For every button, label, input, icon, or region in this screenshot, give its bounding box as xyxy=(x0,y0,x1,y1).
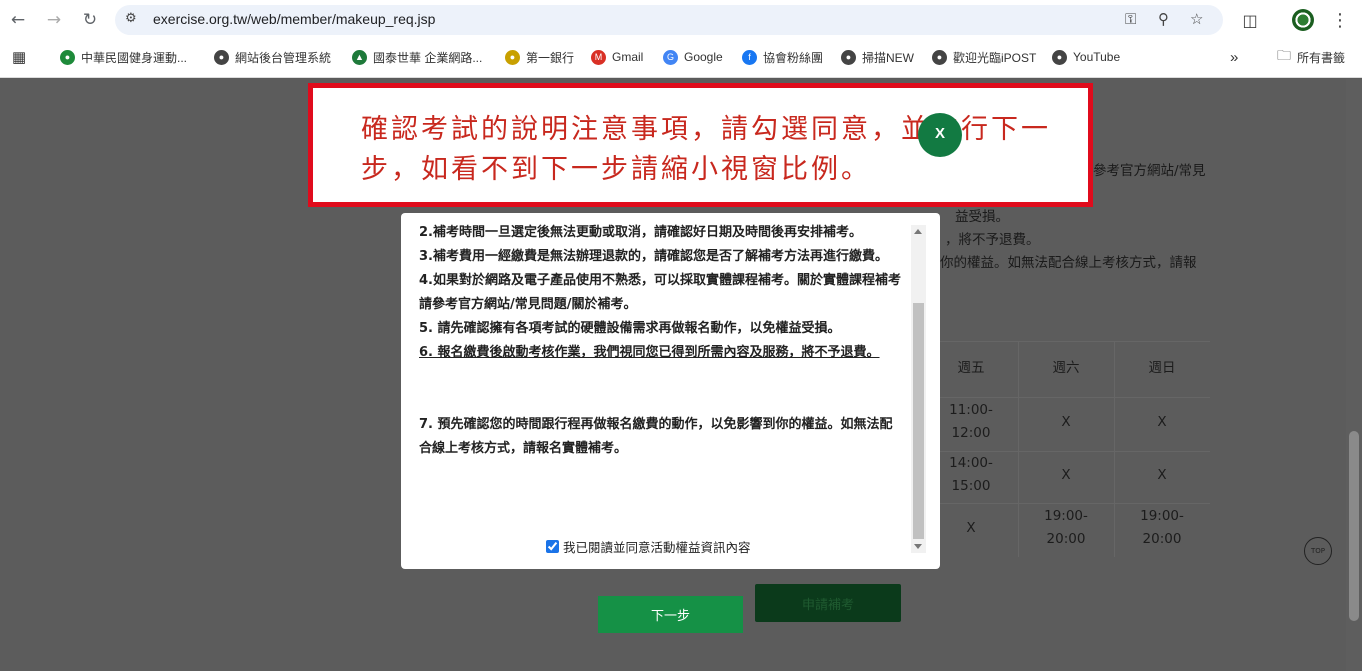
facebook-icon: f xyxy=(742,49,757,65)
back-to-top-button[interactable]: TOP xyxy=(1304,537,1332,565)
table-header: 週五 xyxy=(957,360,985,376)
all-bookmarks[interactable]: 🗀 所有書籤 xyxy=(1277,46,1345,68)
extensions-icon[interactable]: ◫ xyxy=(1238,8,1262,32)
bookmark-item[interactable]: ● YouTube xyxy=(1052,46,1120,68)
agree-checkbox[interactable] xyxy=(546,540,559,553)
instruction-banner: 確認考試的說明注意事項，請勾選同意，並進行下一步，如看不到下一步請縮小視窗比例。 xyxy=(308,83,1093,207)
address-bar[interactable]: ⚙ exercise.org.tw/web/member/makeup_req.… xyxy=(115,5,1223,35)
background-text: 參考官方網站/常見 xyxy=(1093,163,1206,179)
bookmark-item[interactable]: ● 掃描NEW xyxy=(841,46,914,68)
globe-icon: ● xyxy=(1052,49,1067,65)
bookmark-item[interactable]: f 協會粉絲團 xyxy=(742,46,823,68)
page-content: 參考官方網站/常見 益受損。 ，將不予退費。 你的權益。如無法配合線上考核方式，… xyxy=(0,79,1362,671)
terms-paragraph: 2.補考時間一旦選定後無法更動或取消，請確認好日期及時間後再安排補考。 xyxy=(419,225,862,240)
table-cell: 19:00-20:00 xyxy=(1044,508,1088,547)
apply-makeup-button[interactable]: 申請補考 xyxy=(755,584,901,622)
bookmark-item[interactable]: ● 中華民國健身運動... xyxy=(60,46,187,68)
site-info-icon[interactable]: ⚙ xyxy=(125,11,137,26)
tree-icon: ▲ xyxy=(352,49,367,65)
bookmark-item[interactable]: G Google xyxy=(663,46,723,68)
terms-paragraph: 4.如果對於網路及電子產品使用不熟悉，可以採取實體課程補考。關於實體課程補考請參… xyxy=(419,273,901,312)
profile-avatar[interactable] xyxy=(1291,8,1315,32)
globe-icon: ● xyxy=(841,49,856,65)
terms-content[interactable]: 2.補考時間一旦選定後無法更動或取消，請確認好日期及時間後再安排補考。 3.補考… xyxy=(419,221,903,551)
background-text: 益受損。 xyxy=(955,209,1009,225)
agree-checkbox-label[interactable]: 我已閱讀並同意活動權益資訊內容 xyxy=(546,537,751,556)
scroll-up-arrow-icon[interactable] xyxy=(914,229,922,234)
bank-logo-icon: ● xyxy=(505,49,520,65)
table-header: 週六 xyxy=(1052,360,1080,376)
bookmark-item[interactable]: ▲ 國泰世華 企業網路... xyxy=(352,46,482,68)
gmail-icon: M xyxy=(591,49,606,65)
table-cell: X xyxy=(1061,414,1071,430)
url-text: exercise.org.tw/web/member/makeup_req.js… xyxy=(153,11,436,27)
google-icon: G xyxy=(663,49,678,65)
background-text: ，將不予退費。 xyxy=(945,232,1040,248)
next-step-button[interactable]: 下一步 xyxy=(598,596,743,633)
browser-chrome: ← → ↻ ⚙ exercise.org.tw/web/member/makeu… xyxy=(0,0,1362,78)
bookmark-item[interactable]: ● 網站後台管理系統 xyxy=(214,46,331,68)
bookmark-item[interactable]: ● 歡迎光臨iPOST xyxy=(932,46,1036,68)
apps-grid-icon[interactable]: ▦ xyxy=(12,46,26,68)
more-bookmarks-chevron-icon[interactable]: » xyxy=(1230,46,1238,68)
key-icon[interactable]: ⚿ xyxy=(1125,10,1136,28)
table-cell: 19:00-20:00 xyxy=(1140,508,1184,547)
bookmark-item[interactable]: ● 第一銀行 xyxy=(505,46,574,68)
table-cell: X xyxy=(1157,467,1167,483)
table-cell: X xyxy=(1061,467,1071,483)
terms-paragraph: 3.補考費用一經繳費是無法辦理退款的，請確認您是否了解補考方法再進行繳費。 xyxy=(419,249,888,264)
background-text: 你的權益。如無法配合線上考核方式，請報 xyxy=(940,255,1197,271)
table-cell: X xyxy=(1157,414,1167,430)
terms-paragraph: 7. 預先確認您的時間跟行程再做報名繳費的動作，以免影響到你的權益。如無法配合線… xyxy=(419,417,893,456)
terms-modal: 2.補考時間一旦選定後無法更動或取消，請確認好日期及時間後再安排補考。 3.補考… xyxy=(401,213,940,569)
globe-icon: ● xyxy=(214,49,229,65)
bookmark-item[interactable]: M Gmail xyxy=(591,46,643,68)
folder-icon: 🗀 xyxy=(1277,47,1291,63)
bookmarks-bar: ▦ ● 中華民國健身運動... ● 網站後台管理系統 ▲ 國泰世華 企業網路... ●… xyxy=(0,44,1362,70)
globe-icon: ● xyxy=(932,49,947,65)
modal-scrollbar-thumb[interactable] xyxy=(913,303,924,539)
scroll-down-arrow-icon[interactable] xyxy=(914,544,922,549)
menu-dots-icon[interactable]: ⋮ xyxy=(1328,8,1352,32)
back-arrow-icon[interactable]: ← xyxy=(6,8,30,32)
table-header: 週日 xyxy=(1148,360,1176,376)
association-logo-icon: ● xyxy=(60,49,75,65)
page-scrollbar-thumb[interactable] xyxy=(1349,431,1359,621)
close-modal-button[interactable]: X xyxy=(918,113,962,157)
reload-icon[interactable]: ↻ xyxy=(78,8,102,32)
star-icon[interactable]: ☆ xyxy=(1190,10,1203,28)
terms-paragraph-underlined: 6. 報名繳費後啟動考核作業，我們視同您已得到所需內容及服務，將不予退費。 xyxy=(419,345,880,360)
table-cell: X xyxy=(966,520,976,536)
modal-scrollbar[interactable] xyxy=(911,225,926,553)
forward-arrow-icon[interactable]: → xyxy=(42,8,66,32)
terms-paragraph: 5. 請先確認擁有各項考試的硬體設備需求再做報名動作，以免權益受損。 xyxy=(419,321,841,336)
page-scrollbar[interactable] xyxy=(1346,79,1362,671)
table-cell: 14:00-15:00 xyxy=(949,455,993,494)
zoom-icon[interactable]: ⚲ xyxy=(1158,10,1169,28)
profile-avatar-icon xyxy=(1292,9,1314,31)
table-cell: 11:00-12:00 xyxy=(949,402,993,441)
